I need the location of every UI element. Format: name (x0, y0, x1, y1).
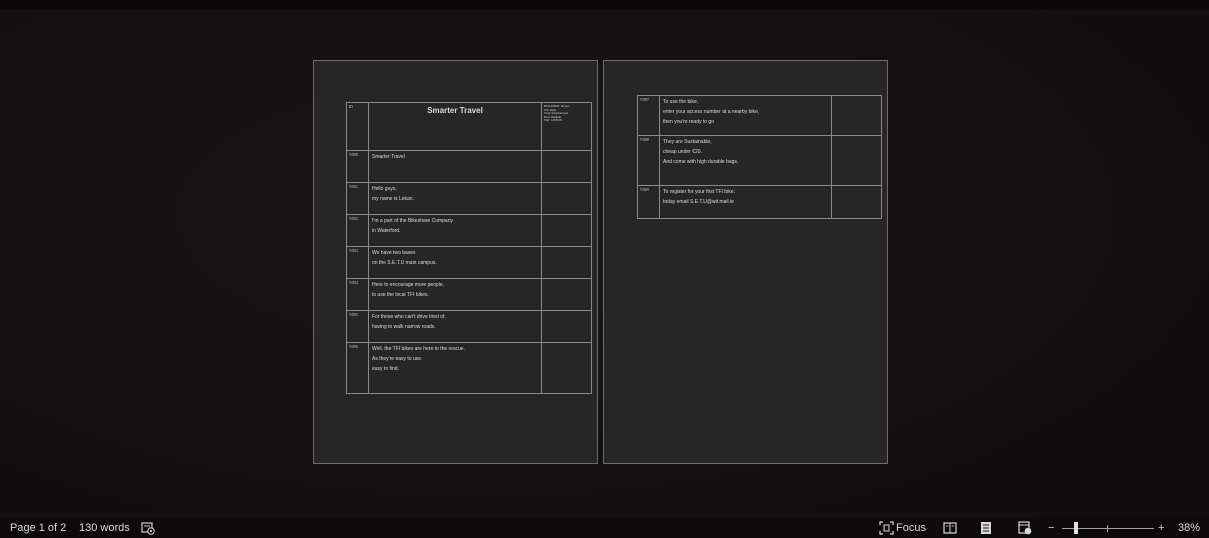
row-notes (541, 246, 592, 279)
row-text: I'm a part of the Bikeshare Company in W… (368, 214, 542, 247)
row-line: in Waterford. (372, 228, 401, 234)
page-count-status[interactable]: Page 1 of 2 (10, 522, 66, 535)
row-line: As they're easy to use. (372, 356, 423, 362)
row-line: For those who can't drive tired of, (372, 314, 446, 320)
table-row: VO04 Here to encourage more people, to u… (346, 278, 592, 311)
zoom-slider[interactable] (1062, 522, 1154, 534)
row-notes (831, 135, 882, 186)
row-line: having to walk narrow roads. (372, 324, 436, 330)
word-count-status[interactable]: 130 words (79, 522, 130, 535)
row-id: VO05 (346, 310, 369, 343)
row-line: Here to encourage more people, (372, 282, 444, 288)
zoom-out-button[interactable]: − (1048, 522, 1054, 535)
row-text: Here to encourage more people, to use th… (368, 278, 542, 311)
row-line: And come with high durable bags, (663, 159, 739, 165)
table-row: VO08 They are Sustainable, cheap under €… (637, 135, 882, 186)
table-row: VO00 Smarter Travel (346, 150, 592, 183)
table-row: VO01 Hello guys, my name is Lekan. (346, 182, 592, 215)
row-text: We have two bases on the S.E.T.U main ca… (368, 246, 542, 279)
row-line: Hello guys, (372, 186, 397, 192)
row-line: I'm a part of the Bikeshare Company (372, 218, 453, 224)
zoom-in-button[interactable]: + (1158, 522, 1164, 535)
row-line: on the S.E.T.U main campus. (372, 260, 437, 266)
print-layout-icon[interactable] (980, 521, 992, 538)
row-notes (831, 95, 882, 136)
row-line: today email S.E.T.U@wit.mail.ie (663, 199, 734, 205)
row-notes (541, 342, 592, 394)
table-row: VO07 To use the bike, enter your access … (637, 95, 882, 136)
row-notes (541, 214, 592, 247)
row-id: VO02 (346, 214, 369, 247)
table-header-id: ID (346, 102, 369, 151)
table-header-meta: DURATION: 00 secs VO: Male Tone: Informa… (541, 102, 592, 151)
row-line: to use the local TFI bikes. (372, 292, 429, 298)
zoom-slider-thumb[interactable] (1074, 522, 1079, 534)
accessibility-check-icon[interactable] (141, 521, 155, 538)
table-row: VO05 For those who can't drive tired of,… (346, 310, 592, 343)
row-id: VO00 (346, 150, 369, 183)
focus-button[interactable]: Focus (896, 522, 926, 535)
row-notes (541, 150, 592, 183)
row-id: VO04 (346, 278, 369, 311)
zoom-slider-center-tick (1107, 525, 1108, 532)
row-notes (541, 310, 592, 343)
row-text: For those who can't drive tired of, havi… (368, 310, 542, 343)
row-text: To use the bike, enter your access numbe… (659, 95, 832, 136)
document-page-2[interactable]: VO07 To use the bike, enter your access … (603, 60, 888, 464)
row-id: VO06 (346, 342, 369, 394)
table-row: VO06 Well, the TFI bikes are here to the… (346, 342, 592, 394)
row-line: then you're ready to go (663, 119, 714, 125)
row-id: VO03 (346, 246, 369, 279)
table-row: VO02 I'm a part of the Bikeshare Company… (346, 214, 592, 247)
row-line: Smarter Travel (372, 154, 405, 160)
web-layout-icon[interactable] (1018, 521, 1032, 538)
row-notes (541, 182, 592, 215)
row-line: enter your access number at a nearby bik… (663, 109, 760, 115)
row-line: Well, the TFI bikes are here to the resc… (372, 346, 465, 352)
document-title: Smarter Travel (368, 102, 542, 151)
status-bar: Page 1 of 2 130 words Focus − + 38% (0, 518, 1209, 538)
row-line: To use the bike, (663, 99, 699, 105)
row-line: easy to find. (372, 366, 399, 372)
row-text: Smarter Travel (368, 150, 542, 183)
window-top-strip (0, 0, 1209, 10)
row-notes (831, 185, 882, 219)
row-id: VO07 (637, 95, 660, 136)
row-line: my name is Lekan. (372, 196, 414, 202)
row-text: They are Sustainable, cheap under €20. A… (659, 135, 832, 186)
table-header-row: ID Smarter Travel DURATION: 00 secs VO: … (346, 102, 592, 151)
script-table-page-1: ID Smarter Travel DURATION: 00 secs VO: … (346, 102, 592, 394)
row-id: VO08 (637, 135, 660, 186)
script-table-page-2: VO07 To use the bike, enter your access … (637, 95, 882, 219)
row-line: We have two bases (372, 250, 416, 256)
row-line: cheap under €20. (663, 149, 702, 155)
read-mode-icon[interactable] (943, 521, 957, 538)
row-notes (541, 278, 592, 311)
table-row: VO09 To register for your first TFI bike… (637, 185, 882, 219)
row-line: They are Sustainable, (663, 139, 712, 145)
document-page-1[interactable]: ID Smarter Travel DURATION: 00 secs VO: … (313, 60, 598, 464)
row-text: To register for your first TFI bike, tod… (659, 185, 832, 219)
meta-line: TAT: 12/08/2X (544, 118, 563, 123)
focus-mode-icon[interactable] (879, 521, 894, 538)
document-canvas[interactable]: ID Smarter Travel DURATION: 00 secs VO: … (0, 10, 1209, 518)
zoom-level[interactable]: 38% (1178, 522, 1200, 535)
table-row: VO03 We have two bases on the S.E.T.U ma… (346, 246, 592, 279)
row-text: Well, the TFI bikes are here to the resc… (368, 342, 542, 394)
row-id: VO09 (637, 185, 660, 219)
row-id: VO01 (346, 182, 369, 215)
row-line: To register for your first TFI bike, (663, 189, 735, 195)
row-text: Hello guys, my name is Lekan. (368, 182, 542, 215)
